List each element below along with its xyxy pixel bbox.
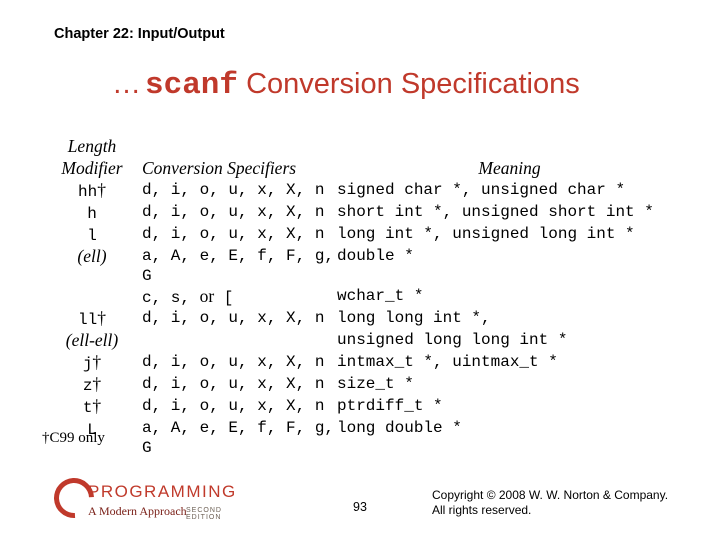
copyright: Copyright © 2008 W. W. Norton & Company.… <box>432 488 692 518</box>
table-row: h d, i, o, u, x, X, n short int *, unsig… <box>42 202 682 224</box>
table-row: l d, i, o, u, x, X, n long int *, unsign… <box>42 224 682 246</box>
hdr-modifier: Modifier <box>42 158 142 180</box>
table-row: c, s, or [ wchar_t * <box>42 286 682 308</box>
logo-main: PROGRAMMING <box>88 482 237 502</box>
table-row: hh† d, i, o, u, x, X, n signed char *, u… <box>42 180 682 202</box>
chapter-label: Chapter 22: Input/Output <box>54 26 225 42</box>
slide-title: …scanf Conversion Specifications <box>112 68 580 103</box>
table-row: (ell) a, A, e, E, f, F, g, G double * <box>42 246 682 286</box>
title-rest: Conversion Specifications <box>238 68 580 100</box>
hdr-length: Length <box>42 136 142 158</box>
hdr-meaning: Meaning <box>337 158 682 180</box>
hdr-specifiers: Conversion Specifiers <box>142 158 337 180</box>
footnote: †C99 only <box>42 430 105 447</box>
table-row: (ell-ell) unsigned long long int * <box>42 330 682 352</box>
table-row: z† d, i, o, u, x, X, n size_t * <box>42 374 682 396</box>
footer: PROGRAMMING A Modern Approach SECOND EDI… <box>0 478 720 526</box>
table-row: t† d, i, o, u, x, X, n ptrdiff_t * <box>42 396 682 418</box>
table-row: L a, A, e, E, f, F, g, G long double * <box>42 418 682 458</box>
title-code: scanf <box>145 68 238 103</box>
title-prefix: … <box>112 68 145 100</box>
table-row: j† d, i, o, u, x, X, n intmax_t *, uintm… <box>42 352 682 374</box>
table: Length Modifier Conversion Specifiers Me… <box>42 136 682 458</box>
table-row: ll† d, i, o, u, x, X, n long long int *, <box>42 308 682 330</box>
